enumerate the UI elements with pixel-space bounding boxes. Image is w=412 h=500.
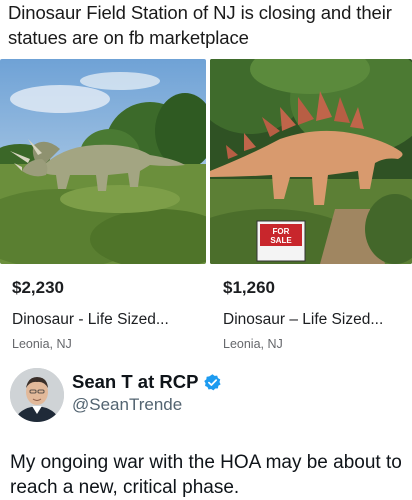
post-headline: Dinosaur Field Station of NJ is closing … <box>8 2 392 48</box>
avatar[interactable] <box>10 368 64 422</box>
tweet-body: My ongoing war with the HOA may be about… <box>10 452 402 498</box>
stegosaurus-statue-image: FOR SALE <box>210 59 412 264</box>
sign-text-line1: FOR <box>273 227 290 236</box>
author-name-row[interactable]: Sean T at RCP <box>72 371 222 393</box>
listing-photo-stegosaurus[interactable]: FOR SALE <box>210 59 412 264</box>
listing-title[interactable]: Dinosaur – Life Sized... <box>223 310 412 329</box>
triceratops-statue-image <box>0 59 206 264</box>
listing-price: $2,230 <box>12 278 64 297</box>
profile-photo-icon <box>10 368 64 422</box>
tweet-author: Sean T at RCP @SeanTrende <box>10 368 400 424</box>
listing-card-1[interactable]: $2,230 Dinosaur - Life Sized... Leonia, … <box>12 278 207 352</box>
author-name[interactable]: Sean T at RCP <box>72 371 198 393</box>
verified-badge-icon <box>204 373 222 390</box>
author-handle[interactable]: @SeanTrende <box>72 395 182 415</box>
listing-card-2[interactable]: $1,260 Dinosaur – Life Sized... Leonia, … <box>223 278 412 352</box>
sign-text-line2: SALE <box>270 236 292 245</box>
listing-price: $1,260 <box>223 278 275 297</box>
listing-location: Leonia, NJ <box>12 337 72 351</box>
listing-location: Leonia, NJ <box>223 337 283 351</box>
listing-title[interactable]: Dinosaur - Life Sized... <box>12 310 207 329</box>
listing-photo-triceratops[interactable] <box>0 59 206 264</box>
